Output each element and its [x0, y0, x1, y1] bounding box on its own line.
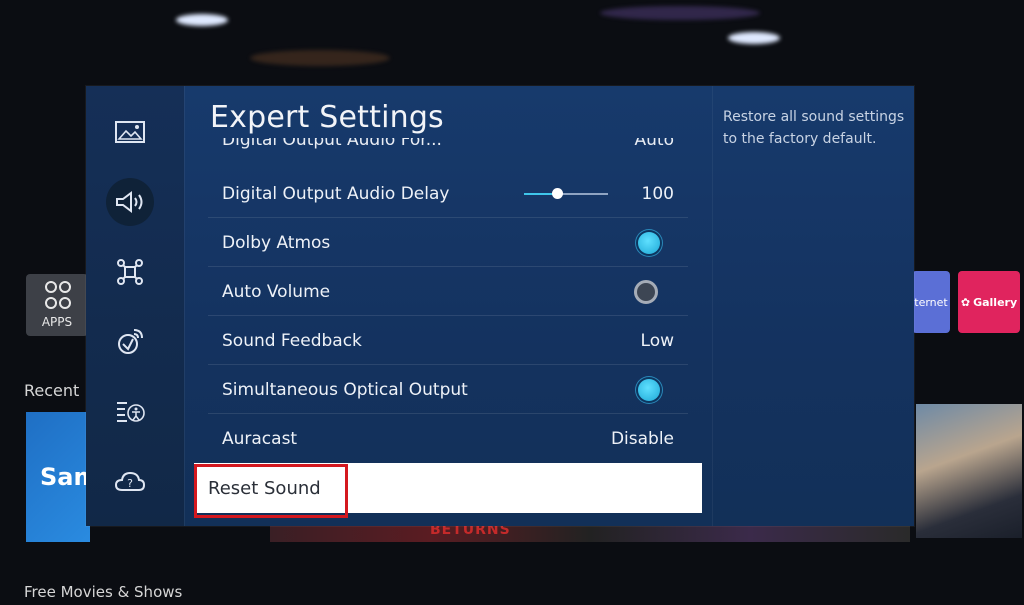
row-value: 100 [641, 183, 674, 204]
sound-icon[interactable] [106, 178, 154, 226]
gallery-label: Gallery [973, 295, 1018, 309]
row-label: Digital Output Audio For... [222, 138, 442, 150]
row-label: Sound Feedback [222, 330, 362, 351]
row-label: Simultaneous Optical Output [222, 379, 468, 400]
gallery-app-tile[interactable]: ✿ Gallery [958, 271, 1020, 333]
ceiling-glow [250, 50, 390, 66]
settings-row-auracast[interactable]: Auracast Disable [208, 415, 688, 463]
recent-card[interactable]: Sam [26, 412, 99, 542]
row-label: Digital Output Audio Delay [222, 183, 450, 204]
row-value: Disable [610, 429, 674, 449]
ceiling-light [728, 32, 780, 44]
accessibility-icon[interactable] [106, 388, 154, 436]
ceiling-light [176, 14, 228, 26]
settings-row-sound-feedback[interactable]: Sound Feedback Low [208, 317, 688, 365]
settings-row-dolby-atmos[interactable]: Dolby Atmos [208, 219, 688, 267]
apps-label: APPS [41, 315, 73, 329]
optical-output-toggle[interactable] [638, 378, 660, 401]
row-label: Auto Volume [222, 281, 331, 302]
row-value: Low [640, 330, 674, 351]
auto-volume-toggle[interactable] [634, 279, 658, 304]
ceiling-glow [600, 6, 760, 20]
help-cloud-icon[interactable]: ? [106, 458, 154, 506]
recent-heading: Recent [24, 381, 80, 400]
picture-icon[interactable] [106, 108, 154, 156]
settings-row-digital-output-format[interactable]: Digital Output Audio For... Auto [208, 138, 688, 154]
reset-sound-button[interactable]: Reset Sound [194, 463, 702, 513]
row-label: Auracast [222, 429, 298, 449]
dolby-atmos-toggle[interactable] [638, 231, 660, 254]
expert-settings-panel: ? Expert Settings Digital Output Audio F… [86, 86, 914, 526]
support-remote-icon[interactable] [106, 318, 154, 366]
slider-track[interactable] [523, 187, 608, 199]
settings-row-simultaneous-optical-output[interactable]: Simultaneous Optical Output [208, 366, 688, 414]
gallery-flower-icon: ✿ [960, 295, 971, 309]
recent-photo-card[interactable] [916, 404, 1022, 538]
rail-divider [184, 86, 185, 526]
svg-text:?: ? [127, 477, 133, 490]
apps-grid-icon [45, 281, 71, 309]
row-value: Auto [634, 138, 674, 150]
settings-row-digital-output-audio-delay[interactable]: Digital Output Audio Delay 100 [208, 170, 688, 218]
page-title: Expert Settings [210, 100, 444, 135]
help-divider [712, 86, 713, 526]
slider-knob[interactable] [552, 187, 564, 199]
settings-category-rail: ? [86, 86, 184, 526]
apps-tile[interactable]: APPS [26, 274, 88, 336]
internet-app-tile[interactable]: ternet [912, 271, 950, 333]
audio-delay-slider[interactable]: 100 [523, 183, 674, 204]
help-description: Restore all sound settings to the factor… [723, 109, 905, 147]
connection-icon[interactable] [106, 248, 154, 296]
settings-row-auto-volume[interactable]: Auto Volume [208, 268, 688, 316]
row-label: Dolby Atmos [222, 232, 331, 253]
reset-sound-label: Reset Sound [208, 477, 321, 499]
free-movies-heading: Free Movies & Shows [24, 583, 183, 601]
